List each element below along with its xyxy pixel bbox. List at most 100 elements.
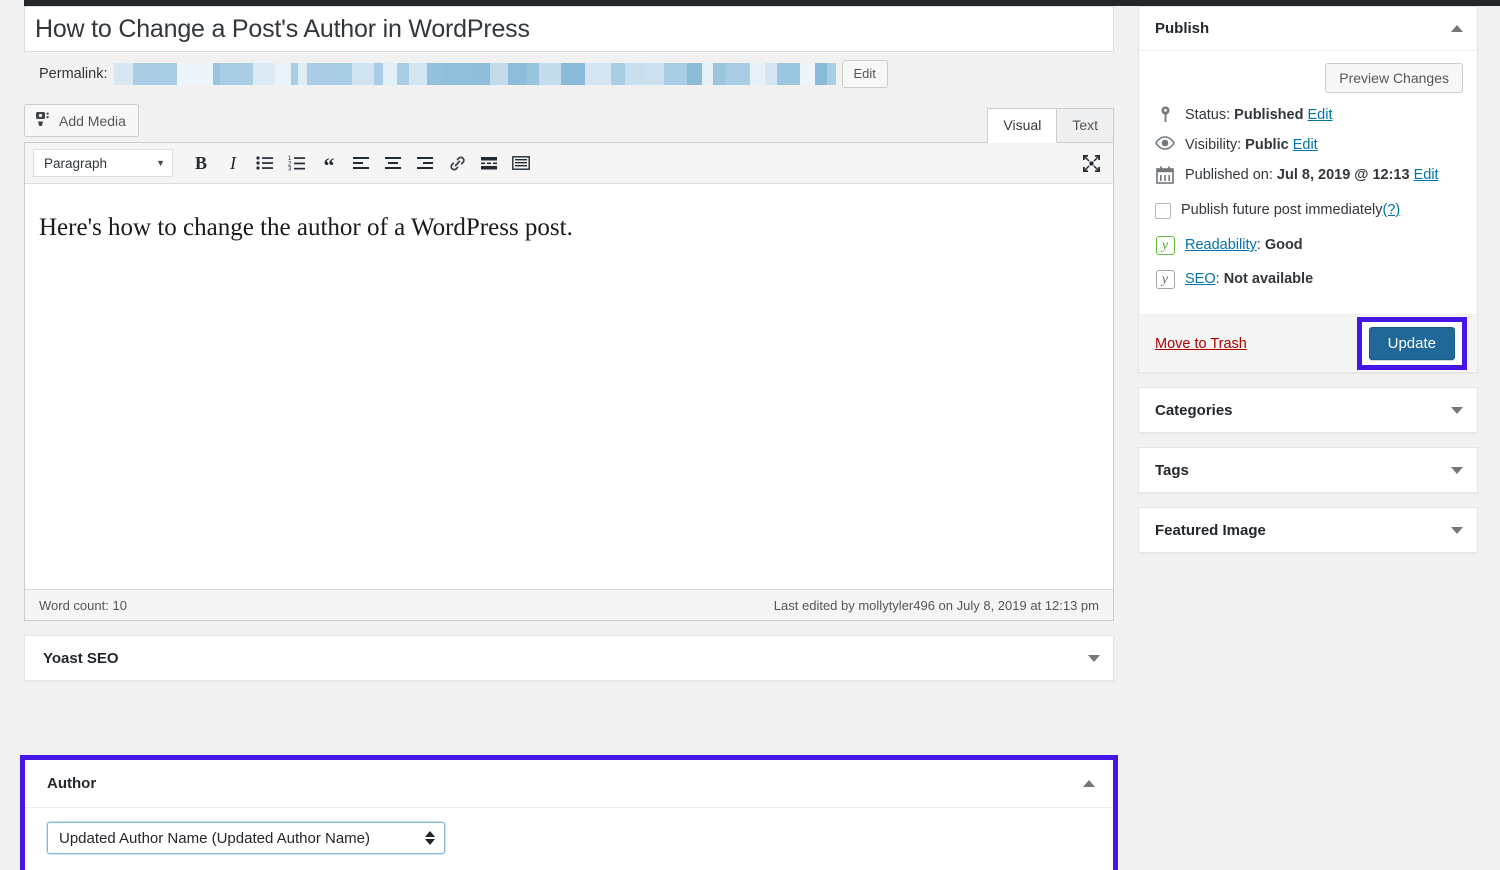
blockquote-icon[interactable]: “ [315, 149, 343, 177]
panel-categories-title: Categories [1155, 402, 1233, 419]
chevron-down-icon: ▼ [156, 158, 165, 168]
format-select-value: Paragraph [44, 156, 107, 171]
panel-publish-header[interactable]: Publish [1139, 7, 1477, 51]
link-icon[interactable] [443, 149, 471, 177]
update-button-highlight: Update [1357, 317, 1467, 370]
content-paragraph: Here's how to change the author of a Wor… [39, 210, 1099, 245]
toolbar-toggle-icon[interactable] [507, 149, 535, 177]
wordpress-post-editor: How to Change a Post's Author in WordPre… [0, 0, 1500, 870]
permalink-label: Permalink: [39, 66, 108, 82]
readability-value: Good [1265, 237, 1303, 253]
editor-box: Paragraph ▼ B I 1 2 3 [24, 142, 1114, 621]
editor-mode-tabs: Visual Text [987, 107, 1114, 142]
align-right-icon[interactable] [411, 149, 439, 177]
author-select[interactable]: Updated Author Name (Updated Author Name… [47, 822, 445, 854]
panel-author-header[interactable]: Author [25, 760, 1113, 808]
author-select-value: Updated Author Name (Updated Author Name… [59, 830, 370, 847]
chevron-down-icon[interactable] [1451, 407, 1463, 414]
seo-link[interactable]: SEO [1185, 271, 1216, 287]
panel-tags-header[interactable]: Tags [1139, 448, 1477, 492]
status-row: Status: Published Edit [1155, 105, 1463, 126]
media-icon [35, 111, 52, 130]
published-label: Published on: [1185, 167, 1273, 183]
last-edited: Last edited by mollytyler496 on July 8, … [774, 598, 1099, 613]
visibility-row: Visibility: Public Edit [1155, 135, 1463, 156]
bulleted-list-icon[interactable] [251, 149, 279, 177]
post-content-editable[interactable]: Here's how to change the author of a Wor… [25, 184, 1113, 589]
media-and-tabs-row: Add Media Visual Text [24, 96, 1114, 142]
panel-yoast-seo-header[interactable]: Yoast SEO [25, 636, 1113, 680]
post-title-text: How to Change a Post's Author in WordPre… [35, 15, 530, 44]
panel-tags[interactable]: Tags [1138, 447, 1478, 493]
panel-author: Author Updated Author Name (Updated Auth… [25, 760, 1113, 870]
panel-author-highlight: Author Updated Author Name (Updated Auth… [20, 755, 1118, 870]
chevron-down-icon[interactable] [1088, 655, 1100, 662]
status-value: Published [1234, 107, 1303, 123]
status-edit-link[interactable]: Edit [1308, 107, 1333, 123]
preview-row: Preview Changes [1155, 63, 1463, 93]
panel-featured-image[interactable]: Featured Image [1138, 507, 1478, 553]
move-to-trash-link[interactable]: Move to Trash [1155, 336, 1247, 352]
published-on-text: Published on: Jul 8, 2019 @ 12:13 Edit [1185, 165, 1439, 186]
admin-bar-gap [0, 0, 24, 6]
editor-statusbar: Word count: 10 Last edited by mollytyler… [25, 589, 1113, 620]
future-post-help-link[interactable]: (?) [1383, 202, 1401, 218]
add-media-button[interactable]: Add Media [24, 104, 139, 137]
visibility-text: Visibility: Public Edit [1185, 135, 1318, 156]
future-post-label: Publish future post immediately [1181, 202, 1383, 218]
visibility-label: Visibility: [1185, 137, 1241, 153]
tab-visual[interactable]: Visual [987, 108, 1057, 143]
word-count: Word count: 10 [39, 598, 127, 613]
panel-publish: Publish Preview Changes Status: Publishe… [1138, 6, 1478, 373]
published-value: Jul 8, 2019 @ 12:13 [1277, 167, 1410, 183]
italic-icon[interactable]: I [219, 149, 247, 177]
add-media-label: Add Media [59, 113, 126, 129]
update-button[interactable]: Update [1369, 327, 1455, 360]
preview-changes-button[interactable]: Preview Changes [1325, 63, 1463, 93]
visibility-edit-link[interactable]: Edit [1293, 137, 1318, 153]
panel-categories[interactable]: Categories [1138, 387, 1478, 433]
align-left-icon[interactable] [347, 149, 375, 177]
format-select[interactable]: Paragraph ▼ [33, 149, 173, 177]
panel-yoast-seo[interactable]: Yoast SEO [24, 635, 1114, 681]
sidebar-column: Publish Preview Changes Status: Publishe… [1138, 6, 1478, 553]
permalink-row: Permalink: Edit [24, 52, 1114, 96]
chevron-down-icon[interactable] [1451, 467, 1463, 474]
read-more-icon[interactable] [475, 149, 503, 177]
published-edit-link[interactable]: Edit [1414, 167, 1439, 183]
chevron-up-icon[interactable] [1083, 780, 1095, 787]
fullscreen-icon[interactable] [1077, 149, 1105, 177]
align-center-icon[interactable] [379, 149, 407, 177]
permalink-redacted-url [114, 63, 836, 85]
pin-icon [1155, 105, 1175, 123]
chevron-down-icon[interactable] [1451, 527, 1463, 534]
permalink-edit-button[interactable]: Edit [842, 60, 888, 88]
panel-yoast-seo-title: Yoast SEO [43, 650, 119, 667]
future-post-text: Publish future post immediately(?) [1181, 200, 1400, 221]
seo-value: Not available [1224, 271, 1313, 287]
svg-text:3: 3 [288, 167, 292, 172]
panel-featured-image-header[interactable]: Featured Image [1139, 508, 1477, 552]
readability-row: y Readability: Good [1155, 235, 1463, 256]
readability-colon: : [1257, 237, 1265, 253]
seo-text: SEO: Not available [1185, 269, 1313, 290]
calendar-icon [1155, 165, 1175, 184]
panel-author-body: Updated Author Name (Updated Author Name… [25, 808, 1113, 870]
panel-categories-header[interactable]: Categories [1139, 388, 1477, 432]
post-title-input[interactable]: How to Change a Post's Author in WordPre… [24, 6, 1114, 52]
publish-future-checkbox[interactable] [1155, 203, 1171, 219]
bold-icon[interactable]: B [187, 149, 215, 177]
seo-colon: : [1216, 271, 1224, 287]
panel-publish-title: Publish [1155, 20, 1209, 37]
panel-publish-body: Preview Changes Status: Published Edit [1139, 51, 1477, 314]
panel-featured-image-title: Featured Image [1155, 522, 1266, 539]
numbered-list-icon[interactable]: 1 2 3 [283, 149, 311, 177]
eye-icon [1155, 135, 1175, 150]
chevron-up-icon[interactable] [1451, 25, 1463, 32]
tab-text[interactable]: Text [1057, 108, 1114, 143]
panel-author-title: Author [47, 775, 96, 792]
visibility-value: Public [1245, 137, 1289, 153]
status-label: Status: [1185, 107, 1230, 123]
yoast-seo-icon: y [1155, 269, 1175, 289]
readability-link[interactable]: Readability [1185, 237, 1257, 253]
